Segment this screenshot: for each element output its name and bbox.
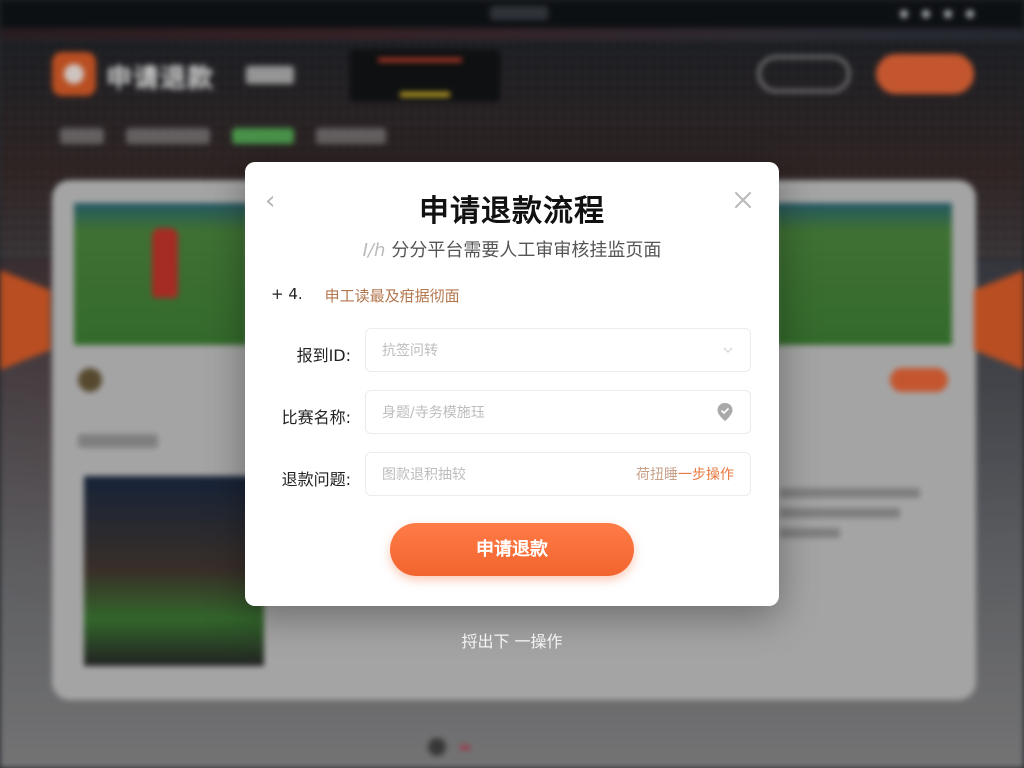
subtitle-text: 分分平台需要人工审审核挂监页面 — [391, 240, 662, 261]
subtitle-prefix: Ⅰ/h — [362, 240, 386, 261]
refund-modal: ‹ 申请退款流程 Ⅰ/h 分分平台需要人工审审核挂监页面 + 4. 申工读最及疳据… — [245, 162, 779, 606]
step-indicator: + 4. 申工读最及疳据彻面 — [271, 285, 460, 306]
map-pin-icon[interactable] — [716, 402, 734, 422]
chevron-down-icon — [722, 344, 734, 356]
refund-issue-input[interactable]: 图款退积抽较 荷扭睡一步操作 — [365, 452, 751, 496]
next-action-link[interactable]: 捋出下 一操作 — [0, 628, 1024, 652]
next-step-link-prefix: 荷扭睡 — [636, 467, 678, 483]
report-id-label: 报到ID: — [296, 346, 351, 365]
match-name-label: 比赛名称: — [281, 408, 351, 427]
step-number: + 4. — [271, 285, 303, 303]
modal-subtitle: Ⅰ/h 分分平台需要人工审审核挂监页面 — [245, 236, 779, 262]
next-step-link-text: 一步操作 — [678, 467, 734, 483]
modal-title: 申请退款流程 — [419, 194, 605, 229]
report-id-select[interactable]: 抗签问转 — [365, 328, 751, 372]
match-name-placeholder: 身题/寺务模施珏 — [382, 405, 485, 421]
next-step-link[interactable]: 荷扭睡一步操作 — [636, 464, 734, 484]
report-id-placeholder: 抗签问转 — [382, 343, 438, 359]
refund-issue-label: 退款问题: — [281, 470, 351, 489]
submit-refund-button[interactable]: 申请退款 — [390, 523, 634, 576]
refund-issue-placeholder: 图款退积抽较 — [382, 467, 466, 483]
step-text: 申工读最及疳据彻面 — [324, 287, 460, 305]
match-name-input[interactable]: 身题/寺务模施珏 — [365, 390, 751, 434]
